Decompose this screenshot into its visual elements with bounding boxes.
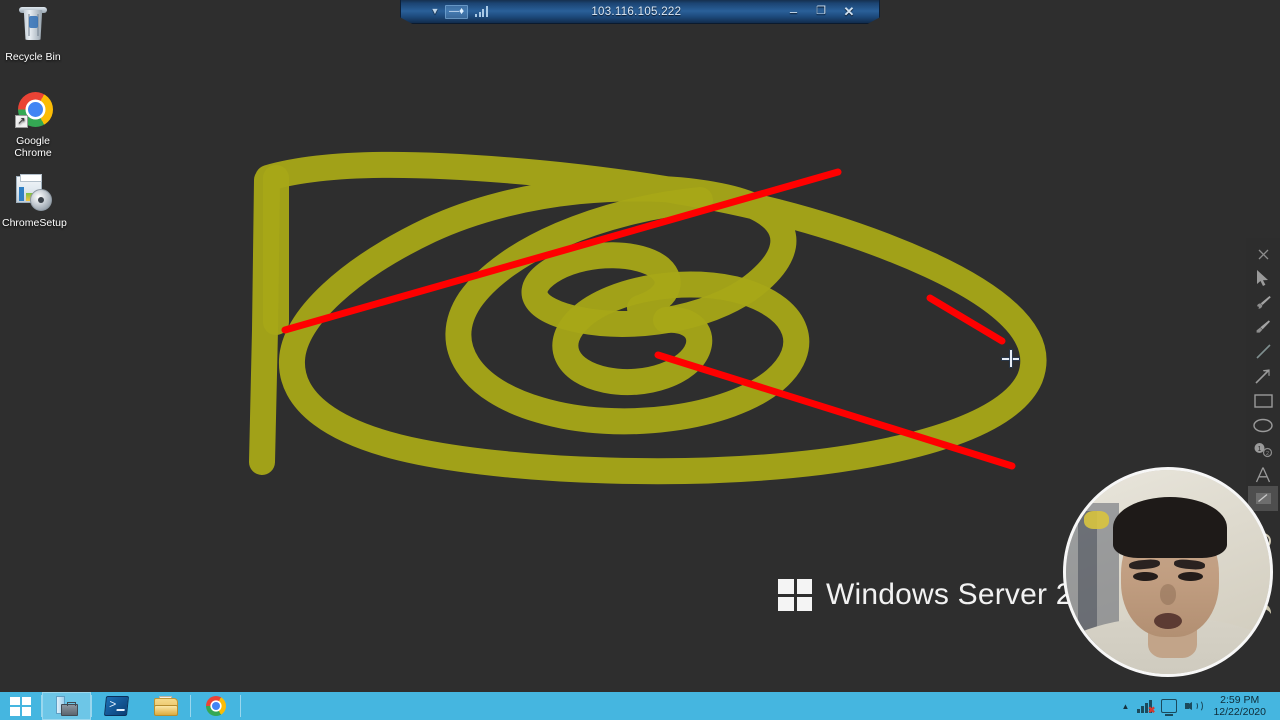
- taskbar-file-explorer[interactable]: [141, 692, 190, 720]
- minimize-button[interactable]: –: [785, 5, 801, 18]
- paintbrush-icon[interactable]: [1248, 291, 1278, 315]
- webcam-person-eye-left: [1133, 572, 1158, 582]
- server-manager-icon: [55, 695, 79, 717]
- google-chrome-icon: ↗: [11, 90, 55, 132]
- start-button[interactable]: [0, 692, 41, 720]
- clock-time: 2:59 PM: [1220, 694, 1260, 706]
- desktop-icon-label: Recycle Bin: [5, 51, 61, 63]
- volume-speaker-icon[interactable]: [1185, 699, 1204, 713]
- highlighter-marker-icon[interactable]: [1248, 315, 1278, 339]
- display-settings-icon[interactable]: [1161, 699, 1178, 716]
- desktop-icon-label: ChromeSetup: [2, 217, 67, 229]
- arrow-icon[interactable]: [1248, 364, 1278, 388]
- rectangle-icon[interactable]: [1248, 389, 1278, 413]
- svg-text:1: 1: [1258, 446, 1262, 453]
- cursor-arrow-icon[interactable]: [1248, 266, 1278, 290]
- webcam-bubble[interactable]: [1063, 467, 1273, 677]
- svg-text:2: 2: [1266, 451, 1269, 457]
- webcam-person-hair: [1112, 496, 1228, 558]
- recycle-bin-icon: [11, 6, 55, 48]
- file-explorer-icon: [153, 695, 178, 716]
- system-tray[interactable]: ▲ ✖ 2:59 PM 12/22/2020: [1122, 692, 1280, 720]
- chrome-setup-installer-icon: [11, 172, 55, 214]
- line-icon[interactable]: [1248, 340, 1278, 364]
- rdp-host-address: 103.116.105.222: [591, 5, 682, 18]
- crosshair-cursor: [1002, 350, 1019, 367]
- close-button[interactable]: ✕: [841, 5, 857, 18]
- desktop-icon-recycle-bin[interactable]: Recycle Bin: [2, 6, 64, 63]
- windows-start-icon: [10, 696, 31, 716]
- pin-icon[interactable]: —♦: [445, 4, 469, 19]
- webcam-door-panel: [1078, 510, 1097, 646]
- desktop-icon-label: Google: [16, 135, 50, 147]
- network-unavailable-icon[interactable]: ✖: [1137, 699, 1155, 715]
- numbered-step-icon[interactable]: 1 2: [1248, 437, 1278, 461]
- webcam-person-nose: [1159, 584, 1177, 605]
- chevron-down-icon[interactable]: ▼: [427, 7, 443, 16]
- show-hidden-icons-triangle[interactable]: ▲: [1122, 702, 1130, 711]
- taskbar[interactable]: ▲ ✖ 2:59 PM 12/22/2020: [0, 692, 1280, 720]
- rdp-connection-bar[interactable]: ▼ —♦ 103.116.105.222 – ❐ ✕: [400, 0, 880, 24]
- desktop-icon-chrome-setup[interactable]: ChromeSetup: [2, 172, 67, 229]
- taskbar-powershell[interactable]: [92, 692, 141, 720]
- remote-desktop-screen: Recycle Bin ↗ Google Chrome ChromeSetup: [0, 0, 1280, 720]
- desktop-icon-label-2: Chrome: [14, 147, 52, 159]
- webcam-person-eye-right: [1178, 572, 1203, 582]
- ellipse-icon[interactable]: [1248, 413, 1278, 437]
- powershell-icon: [103, 696, 130, 716]
- google-chrome-icon: [205, 696, 226, 716]
- clock[interactable]: 2:59 PM 12/22/2020: [1209, 694, 1272, 718]
- taskbar-divider: [240, 695, 241, 717]
- desktop-icon-google-chrome[interactable]: ↗ Google Chrome: [2, 90, 64, 159]
- restore-button[interactable]: ❐: [813, 6, 829, 17]
- windows-logo-icon: [778, 579, 812, 611]
- close-icon[interactable]: [1248, 242, 1278, 266]
- taskbar-chrome[interactable]: [191, 692, 240, 720]
- webcam-yellow-object: [1084, 510, 1109, 530]
- signal-strength-icon: [475, 6, 488, 17]
- clock-date: 12/22/2020: [1213, 706, 1266, 718]
- taskbar-server-manager[interactable]: [42, 692, 91, 720]
- shortcut-arrow-icon: ↗: [15, 115, 28, 128]
